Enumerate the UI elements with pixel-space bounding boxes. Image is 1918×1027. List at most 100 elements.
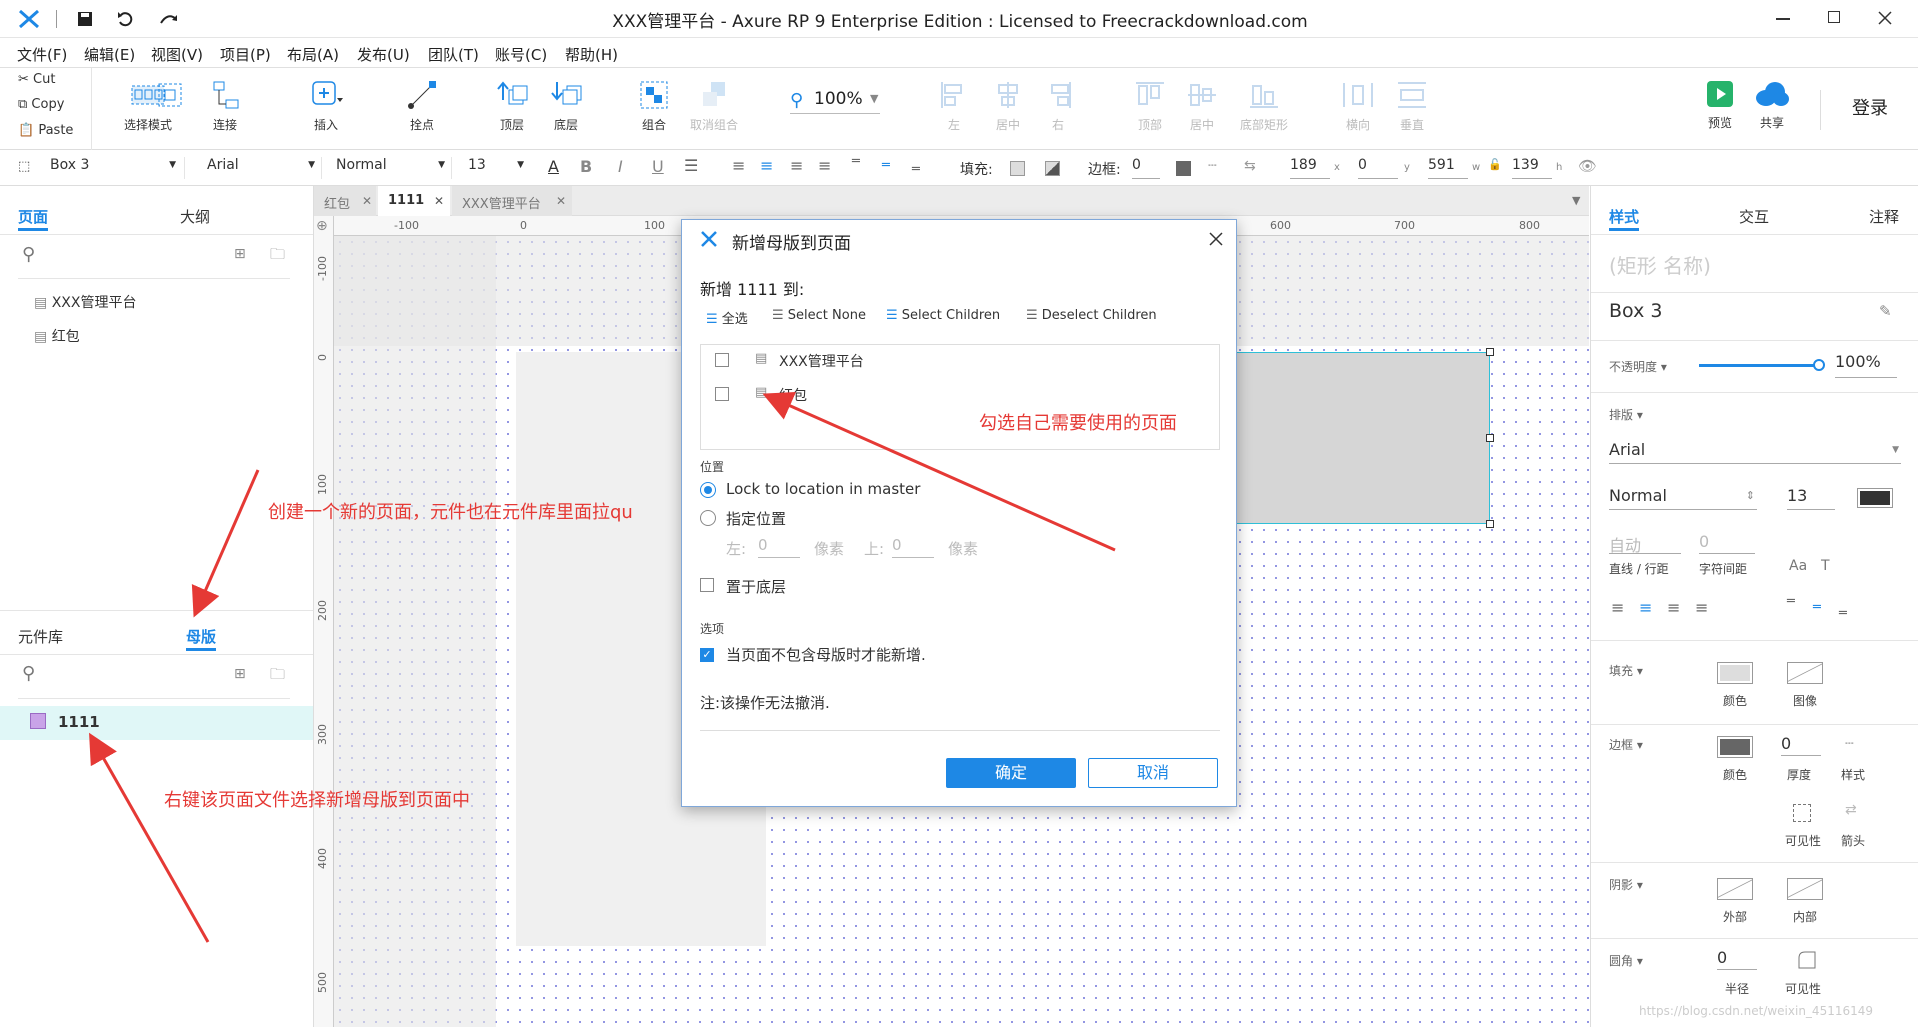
valign-middle-icon[interactable]: ═ (882, 158, 890, 173)
select-all-button[interactable]: ☰ 全选 (706, 308, 748, 327)
save-icon[interactable] (76, 10, 94, 28)
close-icon[interactable]: ✕ (556, 194, 566, 208)
menu-project[interactable]: 项目(P) (220, 44, 271, 65)
doc-tab-active[interactable]: 1111 ✕ (378, 186, 450, 216)
add-folder-icon[interactable]: 🗀 (270, 244, 285, 269)
border-thickness-input[interactable]: 0 (1781, 734, 1821, 756)
align-center-button[interactable]: 居中 (990, 80, 1026, 133)
text-align-center-icon[interactable]: ≡ (1639, 598, 1652, 617)
master-item[interactable]: 1111 (0, 706, 313, 740)
eye-icon[interactable]: 👁 (1578, 157, 1597, 175)
doc-tab[interactable]: 红包 ✕ (314, 186, 376, 216)
zoom-select[interactable]: ⚲ 100% ▼ (790, 88, 880, 114)
height-input[interactable]: 139 (1512, 157, 1552, 179)
x-input[interactable]: 189 (1290, 157, 1330, 179)
menu-file[interactable]: 文件(F) (17, 44, 67, 65)
menu-edit[interactable]: 编辑(E) (84, 44, 135, 65)
cut-button[interactable]: ✂ Cut (18, 72, 55, 87)
share-button[interactable]: 共享 (1752, 80, 1792, 131)
opacity-input[interactable]: 100% (1835, 352, 1897, 378)
outer-shadow-picker[interactable] (1717, 878, 1753, 900)
valign-top-icon[interactable]: ═ (852, 154, 860, 169)
text-align-left-icon[interactable]: ≡ (1611, 598, 1624, 617)
font-color-picker[interactable] (1857, 488, 1893, 508)
text-align-left-icon[interactable]: ≡ (732, 156, 745, 175)
ok-button[interactable]: 确定 (946, 758, 1076, 788)
close-icon[interactable]: ✕ (362, 194, 372, 208)
resize-handle[interactable] (1486, 348, 1494, 356)
menu-publish[interactable]: 发布(U) (357, 44, 410, 65)
tab-outline[interactable]: 大纲 (180, 206, 210, 227)
font-style-select[interactable]: Normal ⇕ (1609, 486, 1757, 510)
align-middle-button[interactable]: 居中 (1184, 80, 1220, 133)
close-icon[interactable] (1209, 232, 1223, 246)
distribute-horizontal-button[interactable]: 横向 (1340, 80, 1376, 133)
left-offset-input[interactable]: 0 (758, 536, 800, 558)
copy-button[interactable]: ⧉ Copy (18, 97, 64, 112)
add-folder-icon[interactable]: 🗀 (270, 664, 285, 689)
preview-button[interactable]: 预览 (1702, 80, 1738, 131)
add-page-icon[interactable]: ⊞ (234, 246, 246, 262)
tab-interactions[interactable]: 交互 (1739, 206, 1769, 227)
opacity-slider[interactable] (1699, 359, 1825, 371)
select-contained-button[interactable] (155, 80, 185, 116)
page-item[interactable]: ▤ XXX管理平台 (34, 292, 136, 312)
restore-button[interactable] (1828, 11, 1840, 23)
page-item[interactable]: ▤ 红包 (34, 326, 80, 346)
char-spacing-input[interactable]: 0 (1699, 532, 1755, 554)
text-align-right-icon[interactable]: ≡ (790, 156, 803, 175)
fill-image-picker[interactable] (1787, 662, 1823, 684)
tab-notes[interactable]: 注释 (1869, 206, 1899, 227)
align-top-button[interactable]: 顶部 (1132, 80, 1168, 133)
menu-layout[interactable]: 布局(A) (287, 44, 339, 65)
widget-name-select[interactable]: Box 3 ▼ (50, 157, 185, 179)
group-button[interactable]: 组合 (636, 80, 672, 133)
border-color-swatch[interactable] (1176, 161, 1191, 176)
text-align-right-icon[interactable]: ≡ (1667, 598, 1680, 617)
font-color-icon[interactable]: A (548, 157, 559, 176)
chevron-down-icon[interactable]: ▼ (1572, 194, 1580, 207)
box-3-selected[interactable] (1234, 352, 1490, 524)
text-justify-icon[interactable]: ≡ (1695, 598, 1708, 617)
paste-button[interactable]: 📋 Paste (18, 123, 73, 138)
inner-shadow-picker[interactable] (1787, 878, 1823, 900)
page-checkbox[interactable] (715, 353, 729, 367)
tab-pages[interactable]: 页面 (18, 206, 48, 227)
font-family-select[interactable]: Arial ▼ (1609, 440, 1901, 464)
select-none-button[interactable]: ☰ Select None (772, 308, 866, 323)
text-case-icon[interactable]: Aa (1789, 558, 1807, 574)
underline-icon[interactable]: U (652, 157, 664, 176)
border-width-input[interactable]: 0 (1132, 157, 1160, 179)
tab-masters[interactable]: 母版 (186, 626, 216, 647)
arrow-style-icon[interactable]: ⇆ (1244, 158, 1256, 174)
font-family-select[interactable]: Arial ▼ (207, 157, 322, 179)
connect-button[interactable]: 连接 (205, 80, 245, 133)
undo-icon[interactable] (116, 10, 136, 28)
ungroup-button[interactable]: 取消组合 (686, 80, 742, 133)
deselect-children-button[interactable]: ☰ Deselect Children (1026, 308, 1157, 323)
cancel-button[interactable]: 取消 (1088, 758, 1218, 788)
opacity-slider-handle[interactable] (1813, 359, 1825, 371)
menu-help[interactable]: 帮助(H) (565, 44, 618, 65)
align-right-button[interactable]: 右 (1042, 80, 1074, 133)
corner-radius-input[interactable]: 0 (1717, 948, 1757, 970)
search-icon[interactable]: ⚲ (22, 244, 35, 265)
close-window-button[interactable] (1878, 11, 1892, 25)
valign-middle-icon[interactable]: ═ (1813, 600, 1821, 615)
send-to-back-button[interactable]: 底层 (548, 80, 584, 133)
valign-bottom-icon[interactable]: ═ (912, 162, 920, 177)
redo-icon[interactable] (158, 10, 180, 28)
doc-tab[interactable]: XXX管理平台 ✕ (452, 186, 572, 216)
line-spacing-input[interactable]: 自动 (1609, 532, 1681, 555)
distribute-vertical-button[interactable]: 垂直 (1394, 80, 1430, 133)
specify-location-radio[interactable] (700, 510, 716, 526)
only-if-missing-checkbox[interactable]: ✓ (700, 648, 714, 662)
tab-style[interactable]: 样式 (1609, 206, 1639, 227)
page-checkbox[interactable] (715, 387, 729, 401)
close-icon[interactable]: ✕ (434, 194, 444, 208)
edit-style-icon[interactable]: ✎ (1879, 302, 1892, 320)
fill-color-picker[interactable] (1717, 662, 1753, 684)
bring-to-front-button[interactable]: 顶层 (494, 80, 530, 133)
corner-visibility-icon[interactable] (1797, 950, 1817, 970)
text-shadow-icon[interactable]: T (1821, 558, 1830, 574)
